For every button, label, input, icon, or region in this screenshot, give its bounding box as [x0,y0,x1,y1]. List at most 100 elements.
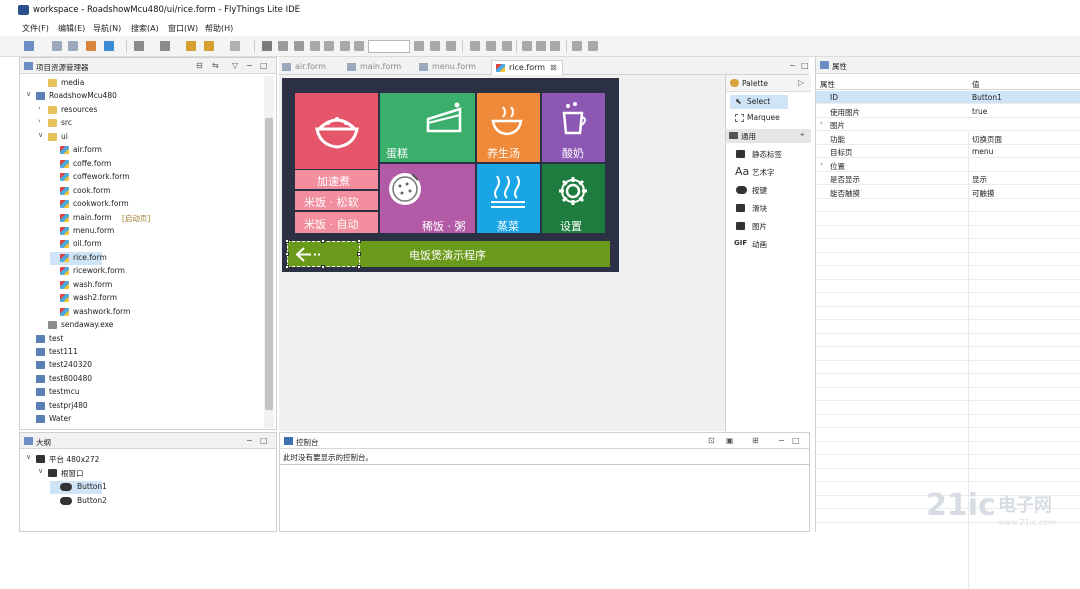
run-icon[interactable] [104,41,114,51]
maximize-icon[interactable]: □ [260,436,268,445]
tree-item[interactable]: test240320 [26,359,226,372]
resize-handle[interactable] [285,239,289,243]
tree-item[interactable]: main.form [启动页] [50,212,250,225]
tile-yogurt[interactable]: 酸奶 [542,93,605,162]
align-top-icon[interactable] [470,41,480,51]
resize-handle[interactable] [285,252,289,256]
chevron-down-icon[interactable]: ∨ [26,90,31,98]
menu-file[interactable]: 文件(F) [22,23,49,34]
pin-icon[interactable]: ⌖ [800,130,805,140]
tab-air-form[interactable]: air.form [282,60,342,75]
resize-handle[interactable] [357,265,361,269]
tile-steam[interactable]: 蒸菜 [477,164,540,233]
tree-item[interactable]: test [26,333,226,346]
minimize-icon[interactable]: − [246,436,253,445]
chevron-down-icon[interactable]: ∨ [38,131,43,139]
resize-handle[interactable] [321,239,325,243]
nav-icon[interactable] [230,41,240,51]
zoom-in-icon[interactable] [340,41,350,51]
tree-item[interactable]: wash.form [50,279,250,292]
tree-item[interactable]: wash2.form [50,292,250,305]
tree-item[interactable]: coffe.form [50,158,250,171]
maximize-icon[interactable]: □ [801,61,809,70]
tree-item[interactable]: › resources [38,104,238,117]
tree-item[interactable]: media [38,77,238,90]
chevron-down-icon[interactable]: ∨ [26,453,31,461]
tree-item[interactable]: testmcu [26,386,226,399]
outline-item[interactable]: ∨ 平台 480x272 [26,453,206,466]
outline-item[interactable]: Button2 [50,495,230,508]
tab-rice-form[interactable]: rice.form ⊠ [491,60,563,75]
tile-soup[interactable]: 养生汤 [477,93,540,162]
property-value[interactable]: menu [972,147,993,156]
close-icon[interactable]: ⊠ [550,63,557,72]
align-right-icon[interactable] [446,41,456,51]
tree-item[interactable]: ricework.form [50,265,250,278]
resize-handle[interactable] [357,239,361,243]
palette-marquee[interactable]: Marquee [730,111,800,125]
palette-item-art-text[interactable]: Aa 艺术字 [730,165,808,179]
tree-item[interactable]: test800480 [26,373,226,386]
tree-item[interactable]: coffework.form [50,171,250,184]
outline-item[interactable]: ∨ 根窗口 [38,467,218,480]
property-value[interactable]: Button1 [972,93,1002,102]
explorer-scroll-thumb[interactable] [265,118,273,410]
property-value[interactable]: 切换页面 [972,134,1002,145]
palette-item-image[interactable]: 图片 [730,219,808,233]
tree-item[interactable]: Water [26,413,226,426]
menu-help[interactable]: 帮助(H) [205,23,233,34]
distribute-h-icon[interactable] [572,41,582,51]
new-console-icon[interactable]: ⊞ [752,436,759,445]
property-value[interactable]: 显示 [972,174,987,185]
explorer-scrollbar[interactable] [264,76,274,428]
tab-main-form[interactable]: main.form [347,60,413,75]
save-icon[interactable] [52,41,62,51]
tree-item[interactable]: cookwork.form [50,198,250,211]
tree-item[interactable]: sendaway.exe [38,319,238,332]
property-row[interactable]: 使用图片 true [816,105,1080,118]
resize-handle[interactable] [285,265,289,269]
link-editor-icon[interactable]: ⇆ [212,61,219,70]
save-all-icon[interactable] [68,41,78,51]
debug-icon[interactable] [134,41,144,51]
chevron-right-icon[interactable]: › [820,119,823,127]
forward-icon[interactable] [204,41,214,51]
align-center-icon[interactable] [430,41,440,51]
back-icon[interactable] [186,41,196,51]
same-width-icon[interactable] [522,41,532,51]
palette-item-button[interactable]: 按键 [730,183,808,197]
palette-item-slider[interactable]: 滑块 [730,201,808,215]
minimize-icon[interactable]: − [778,436,785,445]
property-row[interactable]: ID Button1 [816,91,1080,104]
build-icon[interactable] [86,41,96,51]
property-row[interactable]: 目标页 menu [816,145,1080,158]
paste-icon[interactable] [278,41,288,51]
chevron-right-icon[interactable]: › [38,104,41,112]
view-menu-icon[interactable]: ▽ [232,61,238,70]
menu-search[interactable]: 搜索(A) [131,23,159,34]
align-bottom-icon[interactable] [502,41,512,51]
display-console-icon[interactable]: ▣ [726,436,734,445]
menu-edit[interactable]: 编辑(E) [58,23,85,34]
tree-item[interactable]: washwork.form [50,306,250,319]
outline-item[interactable]: Button1 [50,481,107,494]
same-size-icon[interactable] [550,41,560,51]
property-row[interactable]: › 位置 [816,159,1080,172]
tree-item[interactable]: oil.form [50,238,250,251]
maximize-icon[interactable]: □ [792,436,800,445]
tile-porridge[interactable]: 稀饭 · 粥 [380,164,475,233]
tile-settings[interactable]: 设置 [542,164,605,233]
tree-item[interactable]: › src [38,117,238,130]
tree-item[interactable]: rice.form [50,251,107,265]
maximize-icon[interactable]: □ [260,61,268,70]
chevron-down-icon[interactable]: ∨ [38,467,43,475]
align-left-icon[interactable] [414,41,424,51]
tree-item[interactable]: ∨ RoadshowMcu480 [26,90,226,103]
property-value[interactable]: 可触摸 [972,188,995,199]
menu-window[interactable]: 窗口(W) [168,23,198,34]
copy-icon[interactable] [262,41,272,51]
new-icon[interactable] [24,41,34,51]
property-row[interactable]: 能否触摸 可触摸 [816,186,1080,199]
same-height-icon[interactable] [536,41,546,51]
tree-item[interactable]: ∨ ui [38,131,238,144]
